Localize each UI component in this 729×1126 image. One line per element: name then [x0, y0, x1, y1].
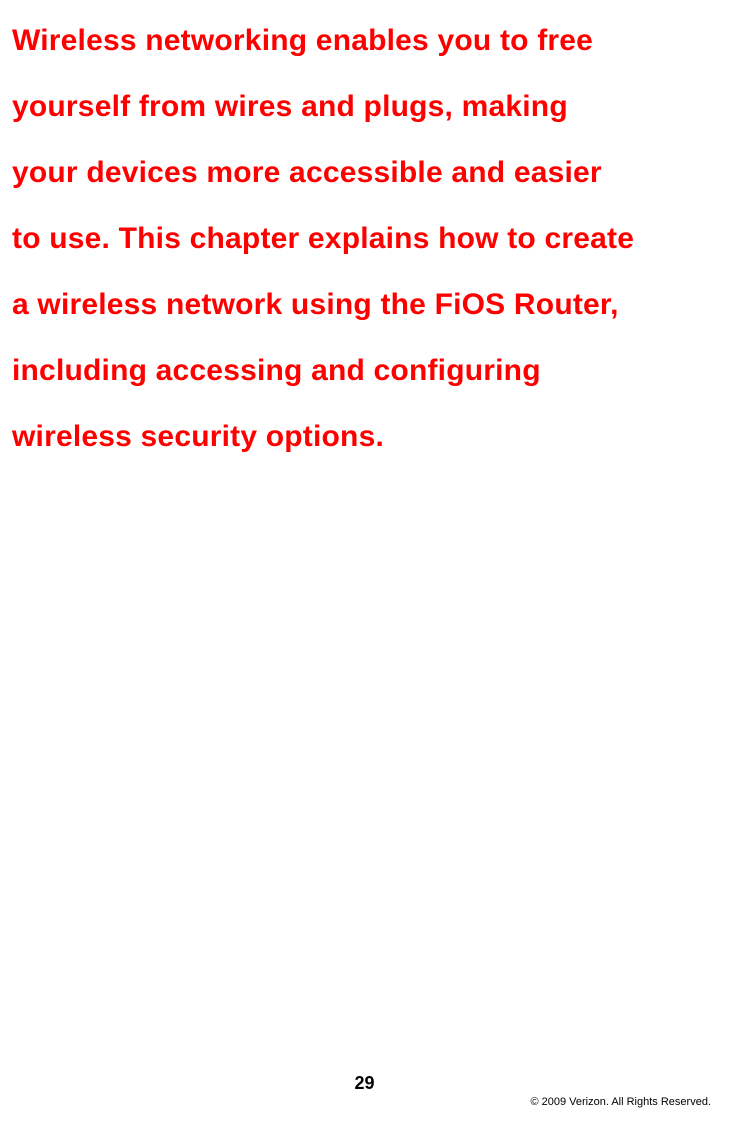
document-page: Wireless networking enables you to free …	[0, 0, 729, 1126]
intro-line: your devices more accessible and easier	[12, 140, 699, 206]
intro-line: Wireless networking enables you to free	[12, 8, 699, 74]
intro-line: to use. This chapter explains how to cre…	[12, 206, 699, 272]
chapter-intro-paragraph: Wireless networking enables you to free …	[12, 8, 699, 470]
intro-line: a wireless network using the FiOS Router…	[12, 272, 699, 338]
copyright-notice: © 2009 Verizon. All Rights Reserved.	[530, 1096, 711, 1108]
page-number: 29	[354, 1073, 374, 1094]
intro-line: wireless security options.	[12, 404, 699, 470]
intro-line: yourself from wires and plugs, making	[12, 74, 699, 140]
intro-line: including accessing and configuring	[12, 338, 699, 404]
